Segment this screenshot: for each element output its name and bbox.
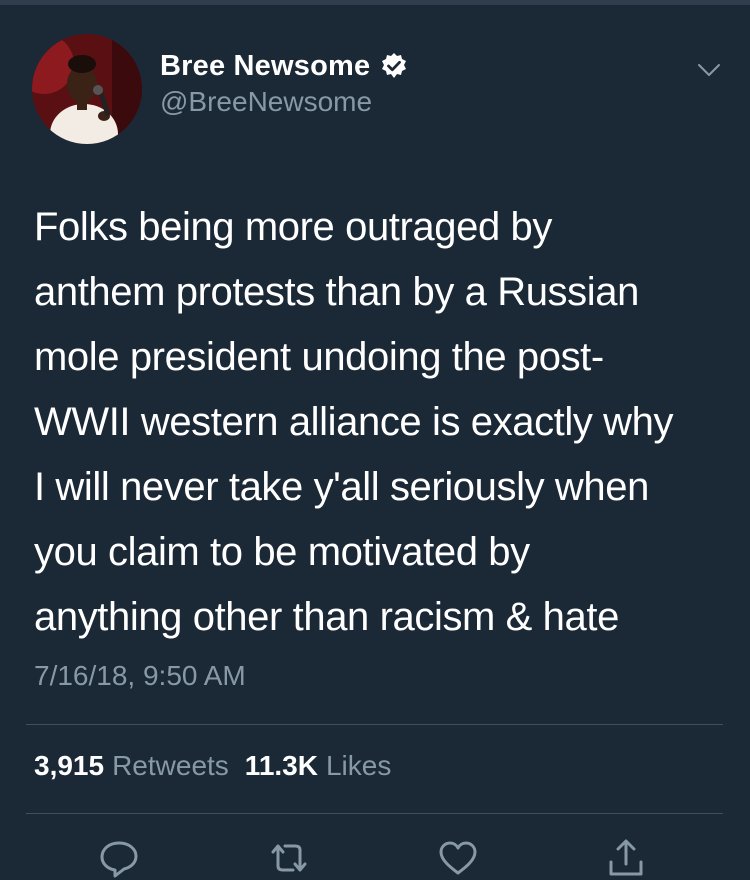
top-bar-edge [0,0,750,5]
retweets-label[interactable]: Retweets [112,750,229,782]
display-name[interactable]: Bree Newsome [160,50,370,83]
retweet-icon[interactable] [267,838,311,878]
avatar[interactable] [32,34,142,144]
author-handle[interactable]: @BreeNewsome [160,86,372,118]
tweet-stats: 3,915 Retweets 11.3K Likes [34,750,391,782]
tweet-text-line: Folks being more outraged by [34,205,552,249]
divider [26,724,723,725]
likes-label[interactable]: Likes [326,750,391,782]
share-icon[interactable] [604,838,648,878]
tweet-text: Folks being more outraged by anthem prot… [34,195,734,650]
tweet-text-line: you claim to be motivated by [34,530,530,574]
verified-badge-icon [380,52,408,80]
divider [26,813,723,814]
like-icon[interactable] [436,838,480,878]
chevron-down-icon[interactable] [697,62,721,78]
tweet-text-line: anything other than racism & hate [34,595,619,639]
likes-count[interactable]: 11.3K [245,750,318,782]
reply-icon[interactable] [97,838,141,878]
author-name-row[interactable]: Bree Newsome [160,48,408,84]
tweet-text-line: anthem protests than by a Russian [34,270,639,314]
tweet-timestamp[interactable]: 7/16/18, 9:50 AM [34,660,246,692]
tweet-text-line: I will never take y'all seriously when [34,465,649,509]
retweets-count[interactable]: 3,915 [34,750,104,782]
tweet-text-line: WWII western alliance is exactly why [34,400,674,444]
tweet-text-line: mole president undoing the post- [34,335,604,379]
